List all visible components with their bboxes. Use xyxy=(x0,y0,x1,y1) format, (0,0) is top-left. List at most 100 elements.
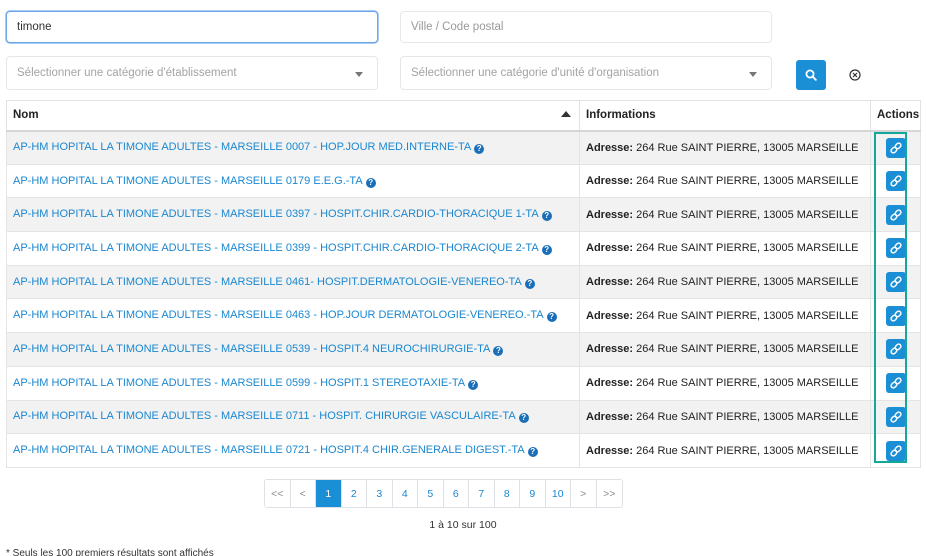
address-value: 264 Rue SAINT PIERRE, 13005 MARSEILLE xyxy=(636,410,859,423)
table-row: AP-HM HOPITAL LA TIMONE ADULTES - MARSEI… xyxy=(6,433,921,468)
page-button-6[interactable]: 6 xyxy=(443,480,469,507)
chevron-down-icon xyxy=(355,72,363,77)
link-button[interactable] xyxy=(885,272,906,293)
actions-cell xyxy=(870,433,921,468)
address-value: 264 Rue SAINT PIERRE, 13005 MARSEILLE xyxy=(636,208,859,221)
info-cell: Adresse: 264 Rue SAINT PIERRE, 13005 MAR… xyxy=(579,298,871,334)
table-row: AP-HM HOPITAL LA TIMONE ADULTES - MARSEI… xyxy=(6,365,921,401)
establishment-category-placeholder: Sélectionner une catégorie d'établisseme… xyxy=(17,67,237,79)
column-header-name[interactable]: Nom xyxy=(6,100,580,132)
help-icon[interactable]: ? xyxy=(541,211,552,222)
help-icon[interactable]: ? xyxy=(541,244,552,255)
address-label: Adresse: xyxy=(586,410,634,423)
name-cell: AP-HM HOPITAL LA TIMONE ADULTES - MARSEI… xyxy=(6,197,580,233)
address-value: 264 Rue SAINT PIERRE, 13005 MARSEILLE xyxy=(636,343,859,356)
address-value: 264 Rue SAINT PIERRE, 13005 MARSEILLE xyxy=(636,175,859,188)
prev-page-button[interactable]: < xyxy=(290,480,316,507)
address-label: Adresse: xyxy=(586,242,634,255)
establishment-link[interactable]: AP-HM HOPITAL LA TIMONE ADULTES - MARSEI… xyxy=(13,343,490,355)
link-button[interactable] xyxy=(885,171,906,192)
page-button-9[interactable]: 9 xyxy=(520,480,546,507)
table-row: AP-HM HOPITAL LA TIMONE ADULTES - MARSEI… xyxy=(6,163,921,199)
next-page-button[interactable]: > xyxy=(571,480,597,507)
link-icon xyxy=(889,377,902,389)
address-label: Adresse: xyxy=(586,444,634,457)
page-button-1[interactable]: 1 xyxy=(316,480,342,507)
establishment-link[interactable]: AP-HM HOPITAL LA TIMONE ADULTES - MARSEI… xyxy=(13,141,471,153)
table-header-row: Nom Informations Actions xyxy=(6,100,921,132)
establishment-category-select[interactable]: Sélectionner une catégorie d'établisseme… xyxy=(6,56,378,90)
name-cell: AP-HM HOPITAL LA TIMONE ADULTES - MARSEI… xyxy=(6,130,580,165)
name-cell: AP-HM HOPITAL LA TIMONE ADULTES - MARSEI… xyxy=(6,332,580,367)
actions-cell xyxy=(870,365,921,401)
info-cell: Adresse: 264 Rue SAINT PIERRE, 13005 MAR… xyxy=(579,264,871,300)
link-button[interactable] xyxy=(885,137,906,158)
organization-unit-placeholder: Sélectionner une catégorie d'unité d'org… xyxy=(411,67,659,79)
page-button-5[interactable]: 5 xyxy=(418,480,444,507)
info-cell: Adresse: 264 Rue SAINT PIERRE, 13005 MAR… xyxy=(579,433,871,468)
link-button[interactable] xyxy=(885,440,906,461)
help-icon[interactable]: ? xyxy=(493,345,504,356)
address-label: Adresse: xyxy=(586,208,634,221)
establishment-link[interactable]: AP-HM HOPITAL LA TIMONE ADULTES - MARSEI… xyxy=(13,175,363,187)
establishment-link[interactable]: AP-HM HOPITAL LA TIMONE ADULTES - MARSEI… xyxy=(13,309,544,321)
close-circle-icon xyxy=(849,69,861,81)
info-cell: Adresse: 264 Rue SAINT PIERRE, 13005 MAR… xyxy=(579,399,871,435)
page-button-7[interactable]: 7 xyxy=(469,480,495,507)
help-icon[interactable]: ? xyxy=(546,312,557,323)
link-icon xyxy=(889,175,902,187)
link-button[interactable] xyxy=(885,339,906,360)
link-icon xyxy=(889,209,902,221)
page-button-4[interactable]: 4 xyxy=(392,480,418,507)
establishment-link[interactable]: AP-HM HOPITAL LA TIMONE ADULTES - MARSEI… xyxy=(13,208,539,220)
name-cell: AP-HM HOPITAL LA TIMONE ADULTES - MARSEI… xyxy=(6,264,580,300)
link-button[interactable] xyxy=(885,238,906,259)
link-icon xyxy=(889,343,902,356)
name-cell: AP-HM HOPITAL LA TIMONE ADULTES - MARSEI… xyxy=(6,399,580,435)
search-icon xyxy=(805,69,817,81)
name-cell: AP-HM HOPITAL LA TIMONE ADULTES - MARSEI… xyxy=(6,298,580,334)
establishment-link[interactable]: AP-HM HOPITAL LA TIMONE ADULTES - MARSEI… xyxy=(13,276,522,288)
page-button-3[interactable]: 3 xyxy=(367,480,393,507)
help-icon[interactable]: ? xyxy=(527,447,538,458)
name-cell: AP-HM HOPITAL LA TIMONE ADULTES - MARSEI… xyxy=(6,433,580,468)
establishment-link[interactable]: AP-HM HOPITAL LA TIMONE ADULTES - MARSEI… xyxy=(13,410,516,422)
link-button[interactable] xyxy=(885,373,906,394)
info-cell: Adresse: 264 Rue SAINT PIERRE, 13005 MAR… xyxy=(579,365,871,401)
help-icon[interactable]: ? xyxy=(474,144,485,155)
help-icon[interactable]: ? xyxy=(524,278,535,289)
last-page-button[interactable]: >> xyxy=(596,480,622,507)
search-input[interactable] xyxy=(6,11,378,43)
address-label: Adresse: xyxy=(586,377,634,390)
first-page-button[interactable]: << xyxy=(265,480,291,507)
table-row: AP-HM HOPITAL LA TIMONE ADULTES - MARSEI… xyxy=(6,197,921,233)
page-button-10[interactable]: 10 xyxy=(545,480,571,507)
establishment-link[interactable]: AP-HM HOPITAL LA TIMONE ADULTES - MARSEI… xyxy=(13,444,525,456)
organization-unit-select[interactable]: Sélectionner une catégorie d'unité d'org… xyxy=(400,56,772,90)
help-icon[interactable]: ? xyxy=(468,379,479,390)
page-button-2[interactable]: 2 xyxy=(341,480,367,507)
search-button[interactable] xyxy=(796,60,826,90)
link-button[interactable] xyxy=(885,204,906,225)
sort-ascending-icon[interactable] xyxy=(561,111,571,117)
page-button-8[interactable]: 8 xyxy=(494,480,520,507)
clear-search-button[interactable] xyxy=(845,65,865,85)
actions-cell xyxy=(870,298,921,334)
address-label: Adresse: xyxy=(586,309,634,322)
column-header-actions: Actions xyxy=(870,100,921,132)
establishment-link[interactable]: AP-HM HOPITAL LA TIMONE ADULTES - MARSEI… xyxy=(13,377,465,389)
link-button[interactable] xyxy=(885,406,906,427)
link-icon xyxy=(889,444,902,457)
address-label: Adresse: xyxy=(586,141,634,154)
results-table: Nom Informations Actions AP-HM HOPITAL L… xyxy=(6,100,921,468)
link-button[interactable] xyxy=(885,305,906,326)
city-postal-input[interactable] xyxy=(400,11,772,43)
table-row: AP-HM HOPITAL LA TIMONE ADULTES - MARSEI… xyxy=(6,264,921,300)
help-icon[interactable]: ? xyxy=(518,413,529,424)
link-icon xyxy=(889,242,902,255)
info-cell: Adresse: 264 Rue SAINT PIERRE, 13005 MAR… xyxy=(579,231,871,266)
link-icon xyxy=(889,141,902,154)
name-cell: AP-HM HOPITAL LA TIMONE ADULTES - MARSEI… xyxy=(6,365,580,401)
establishment-link[interactable]: AP-HM HOPITAL LA TIMONE ADULTES - MARSEI… xyxy=(13,242,539,254)
help-icon[interactable]: ? xyxy=(365,177,376,188)
